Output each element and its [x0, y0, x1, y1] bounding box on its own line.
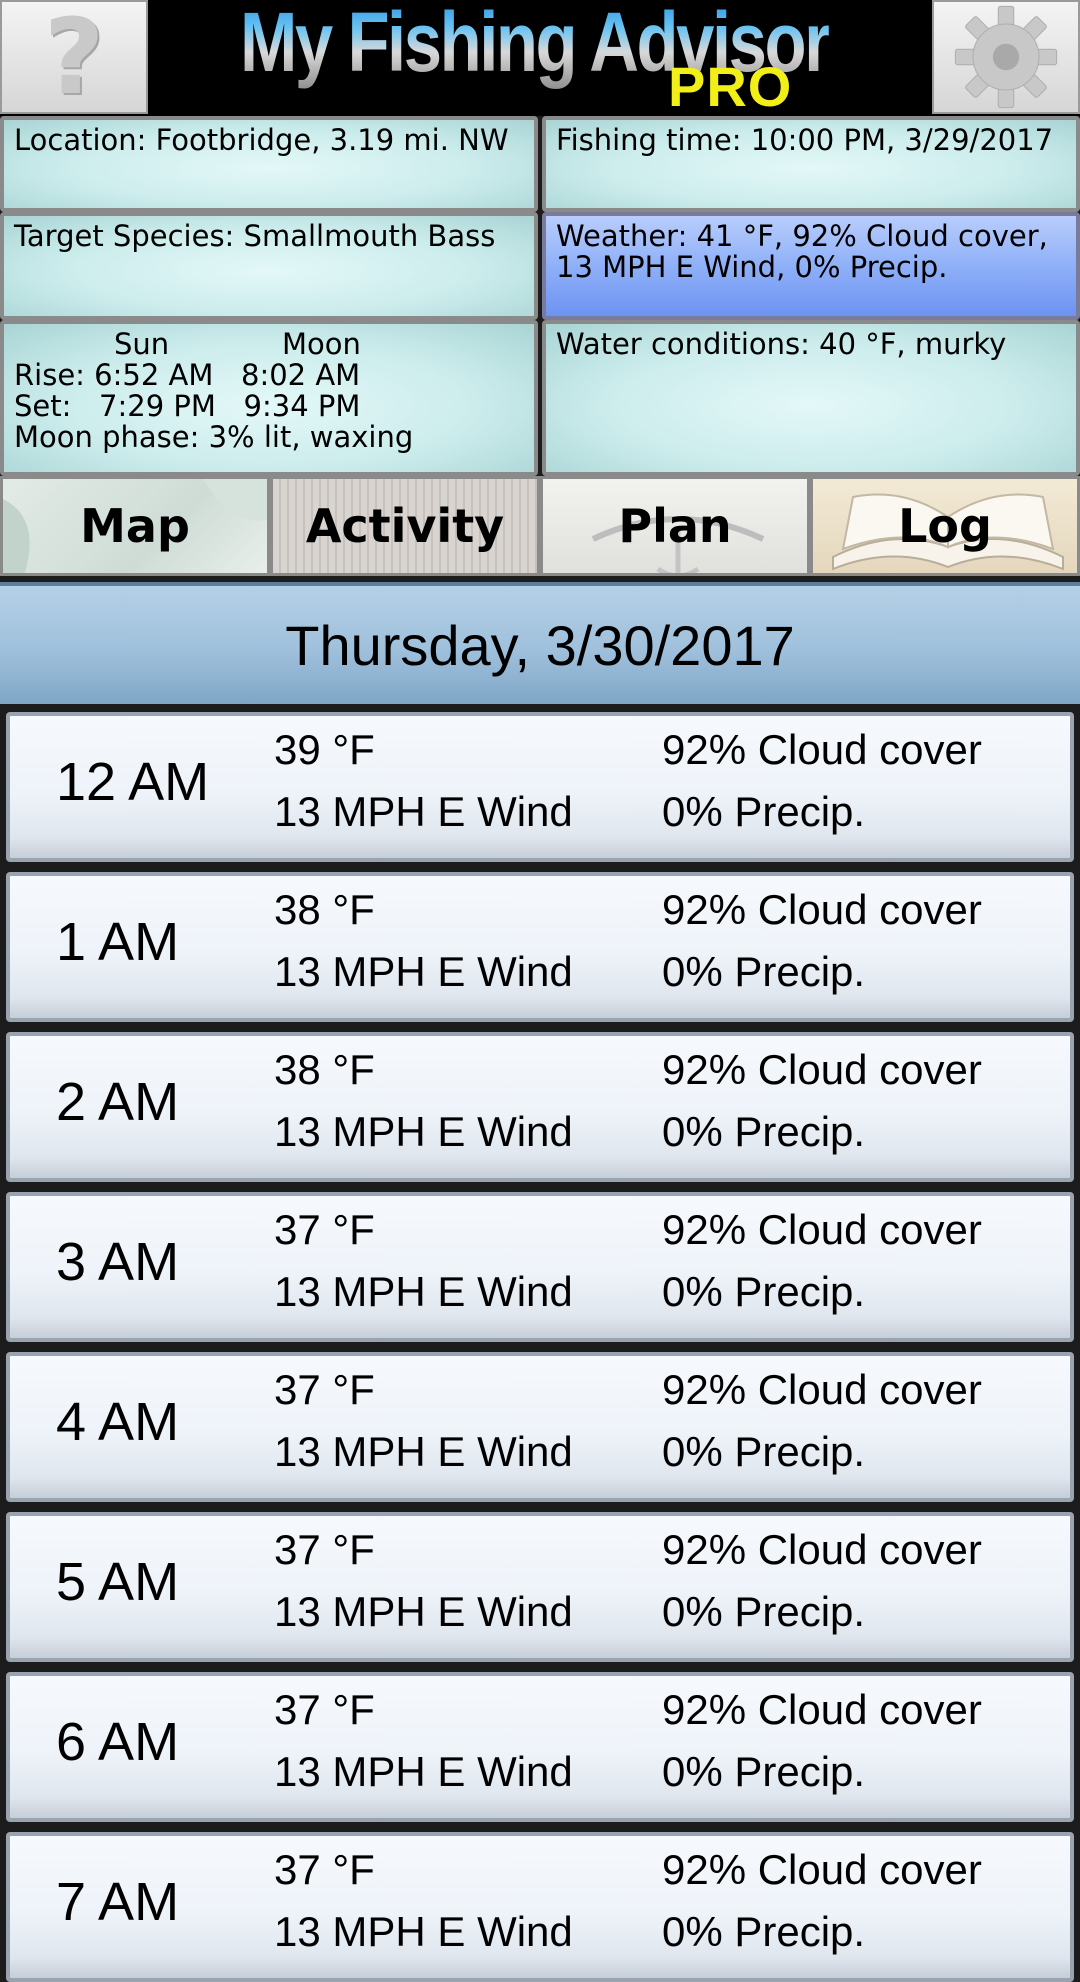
- nav-tabs: Map Activity Plan Log: [0, 476, 1080, 576]
- hour-wind: 13 MPH E Wind: [274, 1428, 573, 1475]
- help-button[interactable]: ?: [0, 0, 148, 114]
- fishing-time-panel[interactable]: Fishing time: 10:00 PM, 3/29/2017: [542, 116, 1080, 212]
- sun-moon-panel[interactable]: Sun Moon Rise: 6:52 AM 8:02 AM Set: 7:29…: [0, 320, 538, 476]
- hour-wind: 13 MPH E Wind: [274, 1108, 573, 1155]
- hour-row[interactable]: 7 AM 37 °F 13 MPH E Wind 92% Cloud cover…: [6, 1832, 1074, 1982]
- hour-wind: 13 MPH E Wind: [274, 1748, 573, 1795]
- hour-precip: 0% Precip.: [662, 1268, 866, 1315]
- tab-activity-label: Activity: [305, 499, 505, 553]
- hour-cloud-cover: 92% Cloud cover: [662, 1846, 982, 1893]
- hour-cloud-cover: 92% Cloud cover: [662, 1366, 982, 1413]
- hour-temperature: 37 °F: [274, 1686, 375, 1733]
- hour-temperature: 37 °F: [274, 1846, 375, 1893]
- hour-precip: 0% Precip.: [662, 788, 866, 835]
- tab-plan[interactable]: Plan: [540, 476, 810, 576]
- hour-wind: 13 MPH E Wind: [274, 948, 573, 995]
- date-header: Thursday, 3/30/2017: [0, 582, 1080, 704]
- hour-temperature: 39 °F: [274, 726, 375, 773]
- tab-log[interactable]: Log: [810, 476, 1080, 576]
- hour-wind: 13 MPH E Wind: [274, 1588, 573, 1635]
- hour-temperature: 38 °F: [274, 1046, 375, 1093]
- hour-wind: 13 MPH E Wind: [274, 1908, 573, 1955]
- hour-time: 2 AM: [56, 1072, 180, 1132]
- hour-cloud-cover: 92% Cloud cover: [662, 726, 982, 773]
- hour-cloud-cover: 92% Cloud cover: [662, 1206, 982, 1253]
- hour-cloud-cover: 92% Cloud cover: [662, 1686, 982, 1733]
- sun-label: Sun: [114, 327, 170, 361]
- location-text: Location: Footbridge, 3.19 mi. NW: [14, 123, 509, 157]
- sun-moon-header: Sun Moon: [14, 329, 524, 360]
- hour-precip: 0% Precip.: [662, 1108, 866, 1155]
- app-logo: My Fishing Advisor PRO: [150, 0, 930, 118]
- tab-map-label: Map: [80, 499, 190, 553]
- hour-wind: 13 MPH E Wind: [274, 1268, 573, 1315]
- hour-time: 4 AM: [56, 1392, 180, 1452]
- hour-precip: 0% Precip.: [662, 948, 866, 995]
- hour-row[interactable]: 12 AM 39 °F 13 MPH E Wind 92% Cloud cove…: [6, 712, 1074, 862]
- hour-row[interactable]: 1 AM 38 °F 13 MPH E Wind 92% Cloud cover…: [6, 872, 1074, 1022]
- rise-times: Rise: 6:52 AM 8:02 AM: [14, 358, 361, 392]
- weather-panel[interactable]: Weather: 41 °F, 92% Cloud cover, 13 MPH …: [542, 212, 1080, 320]
- hour-wind: 13 MPH E Wind: [274, 788, 573, 835]
- moon-phase: Moon phase: 3% lit, waxing: [14, 420, 414, 454]
- date-label: Thursday, 3/30/2017: [285, 613, 795, 677]
- weather-text: Weather: 41 °F, 92% Cloud cover, 13 MPH …: [556, 219, 1048, 284]
- water-conditions-panel[interactable]: Water conditions: 40 °F, murky: [542, 320, 1080, 476]
- water-conditions-text: Water conditions: 40 °F, murky: [556, 327, 1007, 361]
- hour-row[interactable]: 6 AM 37 °F 13 MPH E Wind 92% Cloud cover…: [6, 1672, 1074, 1822]
- hour-temperature: 37 °F: [274, 1366, 375, 1413]
- target-species-text: Target Species: Smallmouth Bass: [14, 219, 496, 253]
- hour-cloud-cover: 92% Cloud cover: [662, 1046, 982, 1093]
- hour-row[interactable]: 5 AM 37 °F 13 MPH E Wind 92% Cloud cover…: [6, 1512, 1074, 1662]
- hour-time: 7 AM: [56, 1872, 180, 1932]
- location-panel[interactable]: Location: Footbridge, 3.19 mi. NW: [0, 116, 538, 212]
- fishing-time-text: Fishing time: 10:00 PM, 3/29/2017: [556, 123, 1054, 157]
- hour-precip: 0% Precip.: [662, 1588, 866, 1635]
- target-species-panel[interactable]: Target Species: Smallmouth Bass: [0, 212, 538, 320]
- pro-badge: PRO: [668, 55, 793, 118]
- tab-plan-label: Plan: [618, 499, 732, 553]
- set-times: Set: 7:29 PM 9:34 PM: [14, 389, 361, 423]
- hour-temperature: 37 °F: [274, 1526, 375, 1573]
- hour-time: 5 AM: [56, 1552, 180, 1612]
- moon-label: Moon: [282, 327, 361, 361]
- settings-button[interactable]: [932, 0, 1080, 114]
- hour-precip: 0% Precip.: [662, 1908, 866, 1955]
- hour-time: 6 AM: [56, 1712, 180, 1772]
- hour-temperature: 37 °F: [274, 1206, 375, 1253]
- hour-precip: 0% Precip.: [662, 1428, 866, 1475]
- hour-precip: 0% Precip.: [662, 1748, 866, 1795]
- question-mark-icon: ?: [43, 0, 105, 118]
- hour-cloud-cover: 92% Cloud cover: [662, 886, 982, 933]
- tab-map[interactable]: Map: [0, 476, 270, 576]
- hour-row[interactable]: 4 AM 37 °F 13 MPH E Wind 92% Cloud cover…: [6, 1352, 1074, 1502]
- hour-time: 3 AM: [56, 1232, 180, 1292]
- hour-row[interactable]: 3 AM 37 °F 13 MPH E Wind 92% Cloud cover…: [6, 1192, 1074, 1342]
- gear-icon: [954, 5, 1058, 109]
- hour-temperature: 38 °F: [274, 886, 375, 933]
- hour-row[interactable]: 2 AM 38 °F 13 MPH E Wind 92% Cloud cover…: [6, 1032, 1074, 1182]
- hour-time: 1 AM: [56, 912, 180, 972]
- tab-log-label: Log: [898, 499, 992, 553]
- app-header: ? My Fishing Advisor PRO: [0, 0, 1080, 118]
- tab-activity[interactable]: Activity: [270, 476, 540, 576]
- hour-cloud-cover: 92% Cloud cover: [662, 1526, 982, 1573]
- hour-time: 12 AM: [56, 752, 210, 812]
